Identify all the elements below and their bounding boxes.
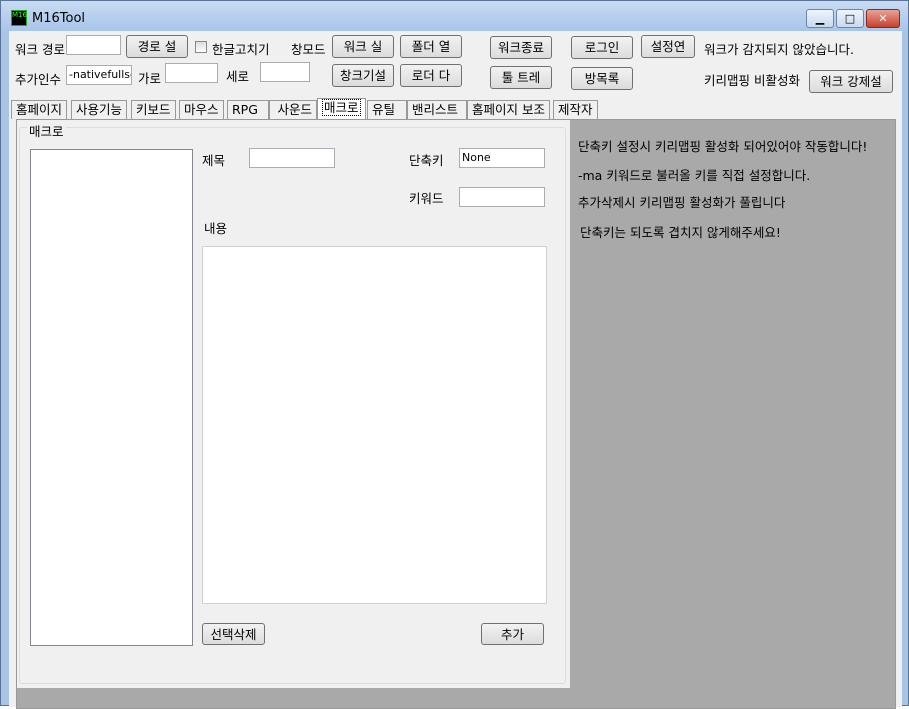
- title-bar: M16 M16Tool ▁ □ ✕: [1, 1, 908, 31]
- app-icon: M16: [11, 10, 27, 26]
- tab-homepage-sub[interactable]: 홈페이지 보조: [467, 100, 550, 119]
- tab-author[interactable]: 제작자: [553, 100, 598, 119]
- extra-args-input[interactable]: -nativefullscr: [66, 65, 132, 85]
- window-mode-label: 창모드: [291, 42, 326, 57]
- exit-work-button[interactable]: 워크종료: [490, 36, 552, 59]
- delete-selected-button[interactable]: 선택삭제: [202, 623, 265, 645]
- work-path-input[interactable]: [66, 35, 121, 55]
- window-title: M16Tool: [32, 11, 86, 26]
- open-folder-button[interactable]: 폴더 열: [400, 35, 462, 58]
- title-label: 제목: [202, 153, 226, 168]
- force-work-button[interactable]: 워크 강제설: [809, 70, 893, 93]
- run-work-button[interactable]: 워크 실: [332, 35, 394, 58]
- app-window: M16 M16Tool ▁ □ ✕ 워크 경로 경로 설 한글고치기 창모드 워…: [0, 0, 909, 709]
- macro-pane: 매크로 제목 단축키 None 키워드 내용 선택삭제 추가: [17, 120, 570, 688]
- work-path-label: 워크 경로: [15, 42, 65, 57]
- tab-util[interactable]: 유틸: [367, 100, 407, 119]
- tab-banlist[interactable]: 밴리스트: [407, 100, 467, 119]
- keymapping-status: 키리맵핑 비활성화: [704, 73, 800, 88]
- hotkey-label: 단축키: [409, 153, 444, 168]
- loader-button[interactable]: 로더 다: [400, 64, 462, 87]
- settings-button[interactable]: 설정연: [641, 35, 695, 58]
- hangul-fix-checkbox[interactable]: [195, 41, 207, 53]
- tab-macro-label: 매크로: [322, 99, 361, 116]
- tab-sound[interactable]: 사운드: [269, 100, 317, 119]
- keyword-input[interactable]: [459, 187, 545, 207]
- tab-mouse[interactable]: 마우스: [179, 100, 224, 119]
- height-label: 세로: [226, 69, 250, 84]
- room-list-button[interactable]: 방목록: [571, 67, 633, 90]
- set-path-button[interactable]: 경로 설: [126, 35, 188, 58]
- minimize-button[interactable]: ▁: [806, 9, 834, 28]
- width-label: 가로: [138, 71, 162, 86]
- tab-macro[interactable]: 매크로: [317, 98, 366, 119]
- extra-args-label: 추가인수: [15, 72, 62, 87]
- note-add-delete: 추가삭제시 키리맵핑 활성화가 풀립니다: [578, 195, 786, 210]
- close-button[interactable]: ✕: [866, 9, 900, 28]
- tool-tray-button[interactable]: 툴 트레: [490, 66, 552, 89]
- hotkey-input[interactable]: None: [459, 148, 545, 168]
- maximize-button[interactable]: □: [836, 9, 864, 28]
- title-input[interactable]: [249, 148, 335, 168]
- status-text: 워크가 감지되지 않았습니다.: [704, 42, 854, 57]
- keyword-label: 키워드: [409, 191, 444, 206]
- tab-keyboard[interactable]: 키보드: [131, 100, 176, 119]
- width-input[interactable]: [165, 63, 218, 83]
- height-input[interactable]: [260, 62, 310, 82]
- macro-group-label: 매크로: [27, 121, 66, 140]
- hangul-fix-label: 한글고치기: [212, 42, 270, 57]
- tab-features[interactable]: 사용기능: [71, 100, 128, 119]
- set-window-size-button[interactable]: 창크기설: [332, 64, 394, 87]
- tab-rpg[interactable]: RPG: [227, 100, 269, 119]
- add-button[interactable]: 추가: [481, 623, 544, 645]
- note-hotkey-requirement: 단축키 설정시 키리맵핑 활성화 되어있어야 작동합니다!: [578, 139, 868, 154]
- client-area: 워크 경로 경로 설 한글고치기 창모드 워크 실 폴더 열 워크종료 로그인 …: [9, 31, 902, 709]
- login-button[interactable]: 로그인: [571, 36, 633, 59]
- content-textarea[interactable]: [202, 246, 547, 604]
- content-label: 내용: [204, 221, 228, 236]
- macro-list[interactable]: [30, 149, 193, 646]
- note-no-overlap: 단축키는 되도록 겹치지 않게해주세요!: [580, 225, 781, 240]
- tab-homepage[interactable]: 홈페이지: [11, 100, 68, 119]
- note-keyword: -ma 키워드로 불러올 키를 직접 설정합니다.: [578, 168, 811, 183]
